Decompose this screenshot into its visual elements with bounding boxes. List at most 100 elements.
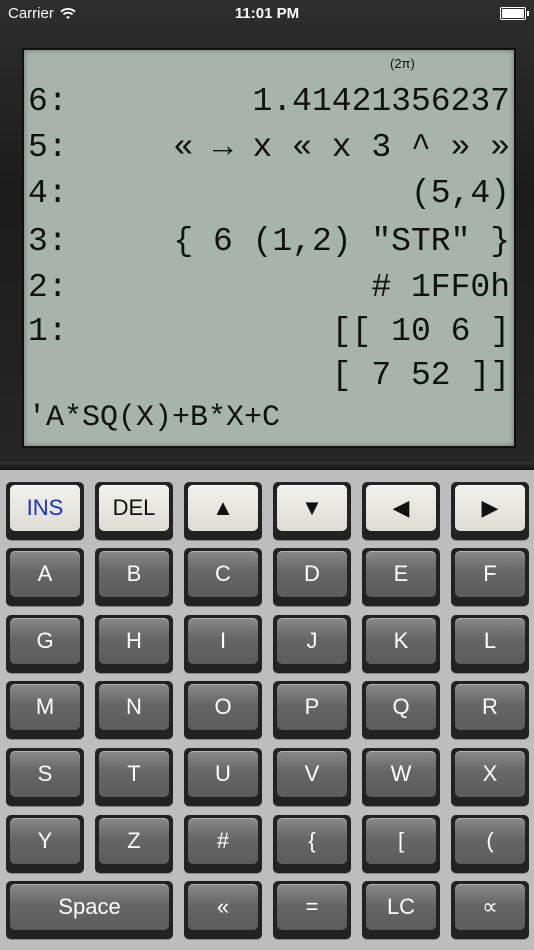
- key-c[interactable]: C: [184, 548, 262, 606]
- stack-row-1: 1: [[ 10 6 ]: [28, 310, 510, 354]
- stack-level-label: 3:: [28, 223, 68, 260]
- equals-key[interactable]: =: [273, 881, 351, 939]
- key-a[interactable]: A: [6, 548, 84, 606]
- key-o[interactable]: O: [184, 681, 262, 739]
- stack-level-label: 5:: [28, 129, 68, 166]
- key-label: [: [366, 818, 436, 864]
- key-label: «: [188, 884, 258, 930]
- key-label: L: [455, 618, 525, 664]
- key-brace[interactable]: {: [273, 815, 351, 873]
- key-t[interactable]: T: [95, 748, 173, 806]
- angle-mode-indicator: (2π): [390, 56, 415, 71]
- key-label: Space: [10, 884, 169, 930]
- key-paren[interactable]: (: [451, 815, 529, 873]
- left-arrow-key[interactable]: ◀: [362, 482, 440, 540]
- stack-level-label: 2:: [28, 269, 68, 306]
- stack-row-6: 6: 1.41421356237: [28, 80, 510, 124]
- key-label: B: [99, 551, 169, 597]
- right-arrow-key[interactable]: ▶: [451, 482, 529, 540]
- stack-level-label: 1:: [28, 313, 68, 350]
- key-x[interactable]: X: [451, 748, 529, 806]
- key-h[interactable]: H: [95, 615, 173, 673]
- keypad: INS DEL ▲ ▼ ◀ ▶ A B C D E F G H I J K L …: [0, 470, 534, 950]
- key-label: T: [99, 751, 169, 797]
- key-label: A: [10, 551, 80, 597]
- stack-value: [[ 10 6 ]: [331, 313, 510, 350]
- key-l[interactable]: L: [451, 615, 529, 673]
- key-e[interactable]: E: [362, 548, 440, 606]
- key-label: W: [366, 751, 436, 797]
- key-z[interactable]: Z: [95, 815, 173, 873]
- key-v[interactable]: V: [273, 748, 351, 806]
- key-label: ∝: [455, 884, 525, 930]
- key-label: J: [277, 618, 347, 664]
- left-arrow-icon: ◀: [366, 485, 436, 531]
- key-label: =: [277, 884, 347, 930]
- key-label: {: [277, 818, 347, 864]
- key-j[interactable]: J: [273, 615, 351, 673]
- command-line[interactable]: 'A*SQ(X)+B*X+C: [28, 396, 280, 440]
- stack-row-5: 5: « → x « x 3 ^ » »: [28, 126, 510, 170]
- program-delimiter-key[interactable]: «: [184, 881, 262, 939]
- up-arrow-icon: ▲: [188, 485, 258, 531]
- key-label: O: [188, 684, 258, 730]
- key-label: P: [277, 684, 347, 730]
- key-q[interactable]: Q: [362, 681, 440, 739]
- stack-row-1-continued: [ 7 52 ]]: [28, 354, 510, 398]
- key-n[interactable]: N: [95, 681, 173, 739]
- key-label: I: [188, 618, 258, 664]
- key-label: F: [455, 551, 525, 597]
- lowercase-key[interactable]: LC: [362, 881, 440, 939]
- key-label: M: [10, 684, 80, 730]
- key-label: U: [188, 751, 258, 797]
- del-key[interactable]: DEL: [95, 482, 173, 540]
- stack-level-label: 6:: [28, 83, 68, 120]
- ins-key[interactable]: INS: [6, 482, 84, 540]
- stack-value: [ 7 52 ]]: [331, 357, 510, 394]
- key-label: N: [99, 684, 169, 730]
- space-key[interactable]: Space: [6, 881, 173, 939]
- key-r[interactable]: R: [451, 681, 529, 739]
- up-arrow-key[interactable]: ▲: [184, 482, 262, 540]
- key-label: Y: [10, 818, 80, 864]
- key-p[interactable]: P: [273, 681, 351, 739]
- key-label: Z: [99, 818, 169, 864]
- key-label: R: [455, 684, 525, 730]
- key-label: K: [366, 618, 436, 664]
- key-b[interactable]: B: [95, 548, 173, 606]
- key-w[interactable]: W: [362, 748, 440, 806]
- down-arrow-key[interactable]: ▼: [273, 482, 351, 540]
- key-s[interactable]: S: [6, 748, 84, 806]
- key-u[interactable]: U: [184, 748, 262, 806]
- key-k[interactable]: K: [362, 615, 440, 673]
- key-f[interactable]: F: [451, 548, 529, 606]
- key-label: #: [188, 818, 258, 864]
- stack-row-3: 3: { 6 (1,2) "STR" }: [28, 220, 510, 264]
- key-label: S: [10, 751, 80, 797]
- key-label: H: [99, 618, 169, 664]
- key-m[interactable]: M: [6, 681, 84, 739]
- status-time: 11:01 PM: [234, 5, 300, 22]
- stack-value: # 1FF0h: [371, 269, 510, 306]
- key-label: X: [455, 751, 525, 797]
- stack-row-4: 4: (5,4): [28, 172, 510, 216]
- proportional-key[interactable]: ∝: [451, 881, 529, 939]
- key-label: C: [188, 551, 258, 597]
- stack-row-2: 2: # 1FF0h: [28, 266, 510, 310]
- down-arrow-icon: ▼: [277, 485, 347, 531]
- key-label: DEL: [99, 485, 169, 531]
- key-bracket[interactable]: [: [362, 815, 440, 873]
- key-label: (: [455, 818, 525, 864]
- key-label: E: [366, 551, 436, 597]
- stack-value: { 6 (1,2) "STR" }: [173, 223, 510, 260]
- key-g[interactable]: G: [6, 615, 84, 673]
- key-label: V: [277, 751, 347, 797]
- key-y[interactable]: Y: [6, 815, 84, 873]
- stack-value: « → x « x 3 ^ » »: [173, 129, 510, 166]
- lcd-screen: (2π) 6: 1.41421356237 5: « → x « x 3 ^ »…: [22, 48, 516, 448]
- key-d[interactable]: D: [273, 548, 351, 606]
- status-bar: Carrier 11:01 PM: [0, 0, 534, 28]
- key-i[interactable]: I: [184, 615, 262, 673]
- key-hash[interactable]: #: [184, 815, 262, 873]
- key-label: Q: [366, 684, 436, 730]
